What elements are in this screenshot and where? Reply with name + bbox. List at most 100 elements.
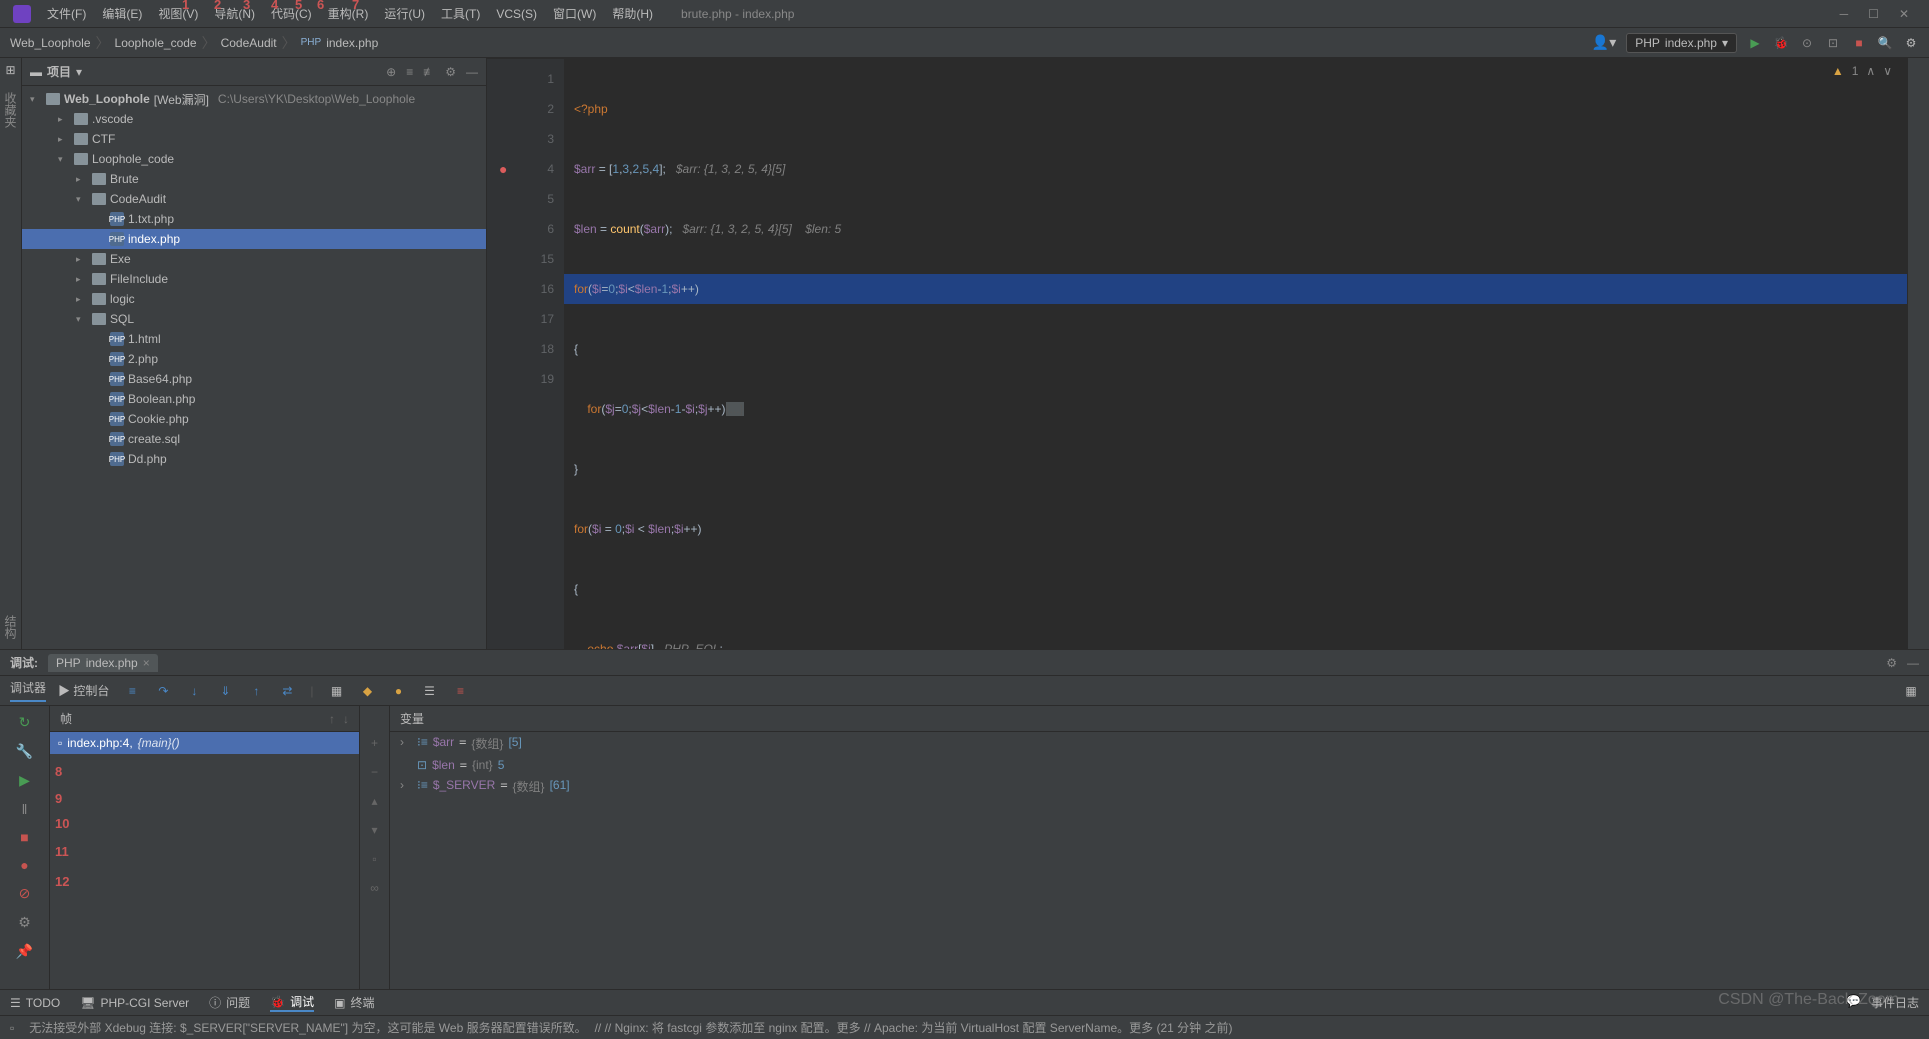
- tree-node[interactable]: PHP1.txt.php: [22, 209, 486, 229]
- run-config-dropdown[interactable]: PHP index.php▾: [1626, 33, 1737, 53]
- tree-node[interactable]: PHP1.html: [22, 329, 486, 349]
- prev-frame-icon[interactable]: ↑: [329, 712, 335, 726]
- breakpoint-column[interactable]: [487, 59, 512, 649]
- menu-tools[interactable]: 工具(T): [433, 5, 488, 22]
- status-icon[interactable]: ▫: [10, 1021, 14, 1035]
- run-icon[interactable]: ▶: [1747, 35, 1763, 51]
- down-icon[interactable]: ▾: [371, 823, 377, 837]
- profile-icon[interactable]: ⊡: [1825, 35, 1841, 51]
- expand-icon[interactable]: ≡: [406, 65, 413, 79]
- next-frame-icon[interactable]: ↓: [343, 712, 349, 726]
- project-view-icon[interactable]: ▬: [30, 65, 42, 79]
- copy-icon[interactable]: ▫: [372, 852, 376, 866]
- evaluate-icon[interactable]: ⇄: [279, 683, 295, 699]
- debug-session-tab[interactable]: PHP index.php×: [48, 654, 158, 672]
- menu-view[interactable]: 视图(V): [150, 5, 206, 22]
- tree-node[interactable]: ▸CTF: [22, 129, 486, 149]
- collapse-icon[interactable]: ≢: [423, 65, 435, 79]
- hide-icon[interactable]: —: [466, 65, 478, 79]
- php-cgi-tab[interactable]: 🖥PHP-CGI Server: [80, 996, 189, 1010]
- list-icon[interactable]: ☰: [422, 683, 438, 699]
- tree-node[interactable]: PHPcreate.sql: [22, 429, 486, 449]
- up-icon[interactable]: ▴: [371, 794, 377, 808]
- debug-tab[interactable]: 🐞调试: [270, 993, 314, 1012]
- link-icon[interactable]: ∞: [370, 881, 379, 895]
- menu-window[interactable]: 窗口(W): [545, 5, 604, 22]
- modify-icon[interactable]: 🔧: [16, 743, 33, 760]
- menu-run[interactable]: 运行(U): [376, 5, 433, 22]
- mute-icon[interactable]: ⊘: [19, 885, 31, 902]
- resume-icon[interactable]: ▶: [19, 772, 30, 789]
- tree-node[interactable]: PHPBase64.php: [22, 369, 486, 389]
- pause-icon[interactable]: ‖: [22, 801, 28, 817]
- up-icon[interactable]: ∧: [1866, 64, 1875, 78]
- var-row[interactable]: ⊡ $len = {int} 5: [390, 755, 1929, 775]
- breadcrumb-item[interactable]: Loophole_code: [115, 36, 197, 50]
- tree-node[interactable]: PHPCookie.php: [22, 409, 486, 429]
- filter-icon[interactable]: ≡: [453, 683, 469, 699]
- code-text[interactable]: <?php $arr = [1,3,2,5,4]; $arr: {1, 3, 2…: [564, 59, 1907, 649]
- pin-icon[interactable]: 📌: [16, 943, 33, 960]
- calculator-icon[interactable]: ▦: [329, 683, 345, 699]
- breadcrumb-item[interactable]: CodeAudit: [221, 36, 277, 50]
- warning-icon[interactable]: ▲: [1832, 64, 1844, 78]
- view-bp-icon[interactable]: ●: [20, 857, 28, 873]
- user-icon[interactable]: 👤▾: [1592, 34, 1616, 51]
- breakpoint-list-icon[interactable]: ◆: [360, 683, 376, 699]
- tree-node[interactable]: PHPindex.php: [22, 229, 486, 249]
- debug-settings-icon[interactable]: ⚙: [1886, 656, 1897, 670]
- menu-help[interactable]: 帮助(H): [604, 5, 661, 22]
- tree-node[interactable]: ▸FileInclude: [22, 269, 486, 289]
- tree-node[interactable]: ▸.vscode: [22, 109, 486, 129]
- todo-tab[interactable]: ☰TODO: [10, 996, 60, 1010]
- close-icon[interactable]: ✕: [1899, 7, 1909, 21]
- layout-icon[interactable]: ▦: [1903, 683, 1919, 699]
- tree-root[interactable]: ▾ Web_Loophole [Web漏洞] C:\Users\YK\Deskt…: [22, 89, 486, 109]
- add-watch-icon[interactable]: +: [371, 736, 378, 750]
- locate-icon[interactable]: ⊕: [386, 65, 396, 79]
- menu-vcs[interactable]: VCS(S): [488, 7, 545, 21]
- tree-node[interactable]: PHP2.php: [22, 349, 486, 369]
- minimize-icon[interactable]: ─: [1840, 7, 1849, 21]
- frame-item[interactable]: ▫ index.php:4, {main}(): [50, 732, 359, 754]
- maximize-icon[interactable]: ☐: [1868, 7, 1879, 21]
- menu-edit[interactable]: 编辑(E): [94, 5, 150, 22]
- structure-tab[interactable]: 结构: [2, 615, 19, 639]
- tree-node[interactable]: ▾CodeAudit: [22, 189, 486, 209]
- stop-icon[interactable]: ■: [1851, 35, 1867, 51]
- settings-icon[interactable]: ⚙: [1903, 35, 1919, 51]
- tree-node[interactable]: ▾SQL: [22, 309, 486, 329]
- structure-icon[interactable]: ⊞: [5, 63, 15, 77]
- breadcrumb-item[interactable]: Web_Loophole: [10, 36, 91, 50]
- tree-node[interactable]: ▸Exe: [22, 249, 486, 269]
- dropdown-icon[interactable]: ▾: [76, 65, 82, 79]
- breadcrumb-item[interactable]: index.php: [326, 36, 378, 50]
- tree-node[interactable]: PHPBoolean.php: [22, 389, 486, 409]
- mute-bp-icon[interactable]: ●: [391, 683, 407, 699]
- step-out-icon[interactable]: ↓: [186, 683, 202, 699]
- tree-node[interactable]: ▾Loophole_code: [22, 149, 486, 169]
- var-row[interactable]: ›⁝≡ $arr = {数组} [5]: [390, 732, 1929, 755]
- coverage-icon[interactable]: ⊙: [1799, 35, 1815, 51]
- rerun-icon[interactable]: ↻: [19, 714, 31, 731]
- gear-icon[interactable]: ⚙: [18, 914, 31, 931]
- console-tab[interactable]: ▶ 控制台: [58, 682, 109, 699]
- step-over-icon[interactable]: ≡: [124, 683, 140, 699]
- tree-node[interactable]: ▸Brute: [22, 169, 486, 189]
- step-into-icon[interactable]: ↷: [155, 683, 171, 699]
- gear-icon[interactable]: ⚙: [445, 65, 456, 79]
- var-row[interactable]: ›⁝≡ $_SERVER = {数组} [61]: [390, 775, 1929, 798]
- problems-tab[interactable]: ⓘ问题: [209, 994, 250, 1011]
- remove-watch-icon[interactable]: −: [371, 765, 378, 779]
- run-to-cursor-icon[interactable]: ↑: [248, 683, 264, 699]
- favorites-tab[interactable]: 收藏夹: [2, 92, 19, 128]
- menu-refactor[interactable]: 重构(R): [320, 5, 377, 22]
- code-editor[interactable]: ▲1 ∧ ∨ 123 456 151617 1819 <?php $arr = …: [487, 59, 1907, 649]
- debugger-tab[interactable]: 调试器: [10, 679, 46, 702]
- tree-node[interactable]: PHPDd.php: [22, 449, 486, 469]
- menu-file[interactable]: 文件(F): [39, 5, 94, 22]
- tree-node[interactable]: ▸logic: [22, 289, 486, 309]
- debug-icon[interactable]: 🐞: [1773, 35, 1789, 51]
- debug-hide-icon[interactable]: —: [1907, 656, 1919, 670]
- stop-icon[interactable]: ■: [20, 829, 28, 845]
